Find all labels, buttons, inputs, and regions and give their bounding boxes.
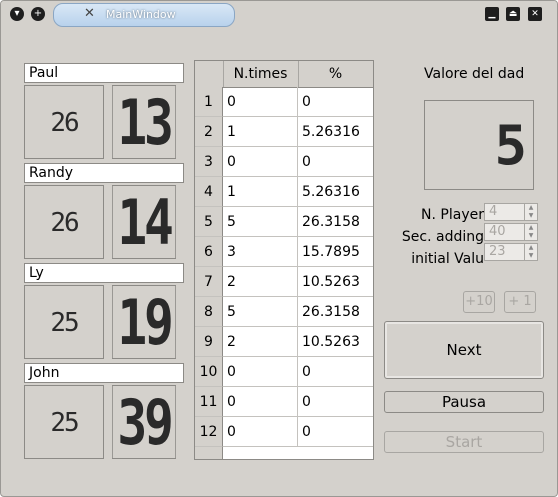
table-row[interactable]: 2 1 5.26316 <box>195 117 373 147</box>
table-row[interactable]: 100 <box>195 87 373 117</box>
percent-cell[interactable]: 0 <box>298 417 373 447</box>
seconds-value: 40 <box>489 224 506 239</box>
percent-cell[interactable]: 15.7895 <box>298 237 373 267</box>
row-header[interactable]: 1 <box>195 87 223 117</box>
initial-value-label: initial Valu <box>411 251 484 267</box>
seconds-spinbox[interactable]: 40 ▲ ▼ <box>484 223 538 241</box>
row-header[interactable]: 11 <box>195 387 223 417</box>
times-cell[interactable]: 1 <box>223 177 298 207</box>
add-icon[interactable]: + <box>31 7 45 21</box>
times-cell[interactable]: 0 <box>223 87 298 117</box>
players-value: 4 <box>489 204 498 219</box>
window-title: MainWindow <box>106 8 176 21</box>
player-secondary-lcd: 25 <box>24 285 104 359</box>
plus1-button[interactable]: + 1 <box>504 291 536 313</box>
spin-arrows-icon[interactable]: ▲ ▼ <box>524 224 537 240</box>
table-row[interactable]: 6 3 15.7895 <box>195 237 373 267</box>
percent-cell[interactable]: 5.26316 <box>298 177 373 207</box>
times-cell[interactable]: 5 <box>223 207 298 237</box>
percent-cell[interactable]: 26.3158 <box>298 297 373 327</box>
maximize-icon[interactable]: ⏏ <box>506 7 520 21</box>
player-name-field[interactable]: Ly <box>24 263 184 283</box>
times-cell[interactable]: 0 <box>223 357 298 387</box>
table-row[interactable]: 8 5 26.3158 <box>195 297 373 327</box>
player-secondary-lcd: 26 <box>24 85 104 159</box>
player-score-lcd: 13 <box>112 85 176 159</box>
times-cell[interactable]: 0 <box>223 387 298 417</box>
percent-cell[interactable]: 5.26316 <box>298 117 373 147</box>
percent-cell[interactable]: 0 <box>298 387 373 417</box>
times-cell[interactable]: 0 <box>223 147 298 177</box>
times-cell[interactable]: 3 <box>223 237 298 267</box>
title-tab[interactable]: ✕ MainWindow <box>53 3 235 27</box>
row-header[interactable]: 2 <box>195 117 223 147</box>
player-secondary-lcd: 26 <box>24 185 104 259</box>
column-header-times[interactable]: N.times <box>223 61 299 87</box>
percent-cell[interactable]: 10.5263 <box>298 267 373 297</box>
row-header[interactable]: 10 <box>195 357 223 387</box>
main-window: ▾ + ✕ MainWindow ▁ ⏏ ✕ Paul 26 13 Randy … <box>0 0 558 497</box>
player-secondary-lcd: 25 <box>24 385 104 459</box>
player-name-field[interactable]: Randy <box>24 163 184 183</box>
window-menu-icon[interactable]: ▾ <box>10 7 24 21</box>
times-cell[interactable]: 1 <box>223 117 298 147</box>
minimize-icon[interactable]: ▁ <box>485 7 499 21</box>
times-cell[interactable]: 2 <box>223 267 298 297</box>
table-row[interactable]: 11 0 0 <box>195 387 373 417</box>
row-header[interactable]: 6 <box>195 237 223 267</box>
percent-cell[interactable]: 0 <box>298 147 373 177</box>
table-row[interactable]: 4 1 5.26316 <box>195 177 373 207</box>
initial-value-spinbox[interactable]: 23 ▲ ▼ <box>484 243 538 261</box>
row-header[interactable]: 5 <box>195 207 223 237</box>
player-score-lcd: 39 <box>112 385 176 459</box>
percent-cell[interactable]: 0 <box>298 87 373 117</box>
times-cell[interactable]: 2 <box>223 327 298 357</box>
table-row[interactable]: 5 5 26.3158 <box>195 207 373 237</box>
table-row[interactable]: 7 2 10.5263 <box>195 267 373 297</box>
start-button[interactable]: Start <box>384 431 544 453</box>
seconds-label: Sec. adding <box>401 229 484 245</box>
dice-value-label: Valore del dad <box>424 66 524 82</box>
spin-arrows-icon[interactable]: ▲ ▼ <box>524 244 537 260</box>
table-row[interactable]: 9 2 10.5263 <box>195 327 373 357</box>
dice-stats-table[interactable]: N.times % 1 0 0 2 1 5.26316 3 0 0 4 1 5.26316 5 5 26.3… <box>194 60 374 460</box>
table-row[interactable]: 10 0 0 <box>195 357 373 387</box>
corner-cell <box>195 61 224 87</box>
plus10-button[interactable]: +10 <box>463 291 495 313</box>
row-header[interactable]: 9 <box>195 327 223 357</box>
row-header-filler <box>195 447 223 459</box>
player-score-lcd: 19 <box>112 285 176 359</box>
dice-value-lcd: 5 <box>424 100 534 190</box>
app-icon: ✕ <box>84 6 95 21</box>
row-header[interactable]: 12 <box>195 417 223 447</box>
title-bar: ▾ + ✕ MainWindow ▁ ⏏ ✕ <box>1 1 557 29</box>
player-name-field[interactable]: John <box>24 363 184 383</box>
table-row[interactable]: 12 0 0 <box>195 417 373 447</box>
times-cell[interactable]: 5 <box>223 297 298 327</box>
column-header-percent[interactable]: % <box>298 61 373 87</box>
close-icon[interactable]: ✕ <box>528 7 542 21</box>
percent-cell[interactable]: 0 <box>298 357 373 387</box>
row-header[interactable]: 3 <box>195 147 223 177</box>
next-button[interactable]: Next <box>384 321 544 379</box>
pause-button[interactable]: Pausa <box>384 391 544 413</box>
player-name-field[interactable]: Paul <box>24 63 184 83</box>
percent-cell[interactable]: 10.5263 <box>298 327 373 357</box>
initial-value: 23 <box>489 244 506 259</box>
players-label: N. Player <box>421 207 484 223</box>
spin-arrows-icon[interactable]: ▲ ▼ <box>524 204 537 220</box>
players-spinbox[interactable]: 4 ▲ ▼ <box>484 203 538 221</box>
times-cell[interactable]: 0 <box>223 417 298 447</box>
table-row[interactable]: 300 <box>195 147 373 177</box>
row-header[interactable]: 8 <box>195 297 223 327</box>
row-header[interactable]: 4 <box>195 177 223 207</box>
percent-cell[interactable]: 26.3158 <box>298 207 373 237</box>
row-header[interactable]: 7 <box>195 267 223 297</box>
player-score-lcd: 14 <box>112 185 176 259</box>
table-header: N.times % <box>195 61 373 88</box>
